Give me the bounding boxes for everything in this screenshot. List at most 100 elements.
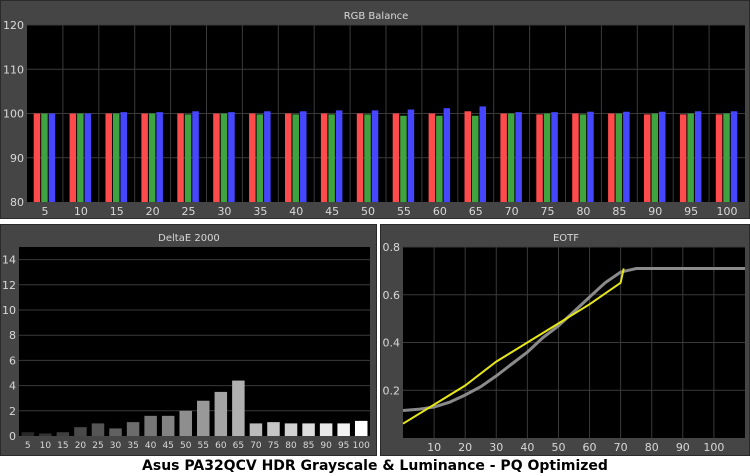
deltae-x-tick-label: 70 [250, 441, 262, 451]
rgb-x-tick-label: 90 [648, 205, 662, 218]
eotf-title: EOTF [553, 233, 579, 244]
rgb-bar-green [328, 114, 335, 202]
rgb-bar-red [392, 113, 400, 202]
deltae-x-tick-label: 40 [145, 441, 157, 451]
rgb-bar-green [77, 113, 84, 202]
rgb-bar-red [141, 113, 148, 202]
eotf-y-tick-label: 0.6 [383, 289, 401, 302]
rgb-balance-chart: RGB Balance 80 90 100 110 120 5 10 15 20 25 30 35 40… [3, 11, 745, 218]
figure-caption: Asus PA32QCV HDR Grayscale & Luminance -… [142, 458, 608, 474]
rgb-bar-red [69, 113, 77, 202]
rgb-bar-red [464, 111, 471, 202]
deltae-y-tick-label: 10 [2, 304, 16, 317]
rgb-x-tick-label: 85 [612, 205, 626, 218]
eotf-x-tick-label: 30 [489, 441, 503, 454]
rgb-bar-blue [659, 111, 666, 202]
deltae-x-tick-label: 20 [75, 441, 87, 451]
rgb-bar-green [651, 113, 658, 202]
deltae-bar [56, 432, 70, 436]
rgb-x-tick-label: 25 [182, 205, 196, 218]
deltae-bar [267, 422, 280, 436]
deltae-x-tick-label: 45 [162, 441, 173, 451]
deltae-bar [214, 391, 228, 436]
eotf-x-tick-label: 40 [520, 441, 534, 454]
deltae-y-tick-label: 14 [2, 254, 16, 267]
rgb-bar-blue [623, 111, 630, 202]
rgb-bar-red [644, 114, 651, 202]
deltae-x-tick-label: 100 [353, 441, 370, 451]
rgb-bar-blue [300, 111, 307, 202]
deltae-x-tick-label: 55 [198, 441, 209, 451]
eotf-x-tick-label: 10 [427, 441, 441, 454]
deltae-x-tick-label: 65 [233, 441, 244, 451]
eotf-x-tick-label: 70 [614, 441, 628, 454]
rgb-x-tick-label: 55 [397, 205, 411, 218]
deltae-y-tick-label: 0 [9, 430, 16, 443]
rgb-bar-blue [84, 113, 92, 202]
rgb-bar-green [184, 114, 192, 202]
rgb-balance-panel: RGB Balance 80 90 100 110 120 5 10 15 20 25 30 35 40… [0, 0, 750, 219]
deltae-bar [319, 423, 333, 436]
deltae-bar [74, 427, 87, 436]
deltae-bar [91, 423, 105, 436]
rgb-x-tick-label: 45 [325, 205, 339, 218]
rgb-bar-blue [156, 112, 163, 202]
rgb-bar-green [220, 113, 228, 202]
rgb-bar-red [428, 113, 436, 202]
eotf-x-tick-label: 50 [551, 441, 565, 454]
deltae-x-tick-label: 60 [215, 441, 227, 451]
rgb-bar-blue [443, 108, 451, 202]
rgb-x-tick-label: 100 [717, 205, 738, 218]
rgb-bar-red [249, 113, 256, 202]
rgb-x-tick-label: 5 [41, 205, 48, 218]
deltae-x-tick-label: 90 [320, 441, 332, 451]
rgb-bar-green [723, 113, 730, 202]
rgb-x-tick-label: 35 [253, 205, 267, 218]
eotf-y-tick-label: 0.2 [383, 384, 401, 397]
deltae-x-tick-label: 35 [127, 441, 138, 451]
rgb-bar-red [33, 113, 41, 202]
rgb-x-tick-label: 30 [217, 205, 231, 218]
deltae-x-tick-label: 5 [25, 441, 31, 451]
eotf-panel: EOTF 0.2 0.4 0.6 0.8 10 20 30 40 50 60 70 80 90 100 [380, 224, 750, 456]
deltae-bar [249, 423, 263, 436]
deltae-y-tick-label: 12 [2, 279, 16, 292]
rgb-y-tick-label: 100 [3, 108, 24, 121]
rgb-bar-blue [264, 111, 271, 202]
deltae-x-tick-label: 85 [303, 441, 314, 451]
deltae-bar [197, 400, 210, 436]
rgb-bar-green [364, 114, 371, 202]
rgb-x-tick-label: 40 [289, 205, 303, 218]
eotf-y-tick-label: 0.4 [383, 337, 401, 350]
deltae-y-tick-label: 4 [9, 380, 16, 393]
rgb-bar-green [543, 113, 551, 202]
rgb-bar-blue [515, 112, 522, 202]
rgb-bar-blue [371, 110, 379, 202]
rgb-bar-blue [730, 111, 738, 202]
deltae-panel: DeltaE 2000 0 2 4 6 8 10 12 14 5 10 15 20 25 30 35 40 45… [0, 224, 377, 456]
rgb-x-tick-label: 95 [684, 205, 698, 218]
deltae-x-tick-label: 80 [285, 441, 297, 451]
rgb-x-tick-label: 70 [505, 205, 519, 218]
rgb-bar-blue [587, 111, 594, 202]
deltae-bar [161, 415, 175, 436]
rgb-bar-green [436, 115, 443, 202]
rgb-bar-blue [228, 112, 235, 202]
rgb-balance-title: RGB Balance [344, 11, 409, 22]
rgb-bar-green [256, 114, 264, 202]
rgb-bar-blue [48, 113, 56, 202]
rgb-bar-red [356, 113, 364, 202]
rgb-bar-red [105, 113, 112, 202]
rgb-bar-green [687, 113, 694, 202]
rgb-bar-red [715, 114, 723, 202]
rgb-x-tick-label: 65 [469, 205, 483, 218]
rgb-x-tick-label: 50 [361, 205, 375, 218]
rgb-bar-red [213, 113, 220, 202]
rgb-y-tick-label: 80 [10, 196, 24, 209]
rgb-bar-green [148, 113, 156, 202]
deltae-x-tick-label: 10 [40, 441, 52, 451]
deltae-bar [232, 380, 245, 436]
deltae-x-tick-label: 15 [57, 441, 68, 451]
deltae-bar [337, 423, 350, 436]
rgb-x-tick-label: 20 [146, 205, 160, 218]
